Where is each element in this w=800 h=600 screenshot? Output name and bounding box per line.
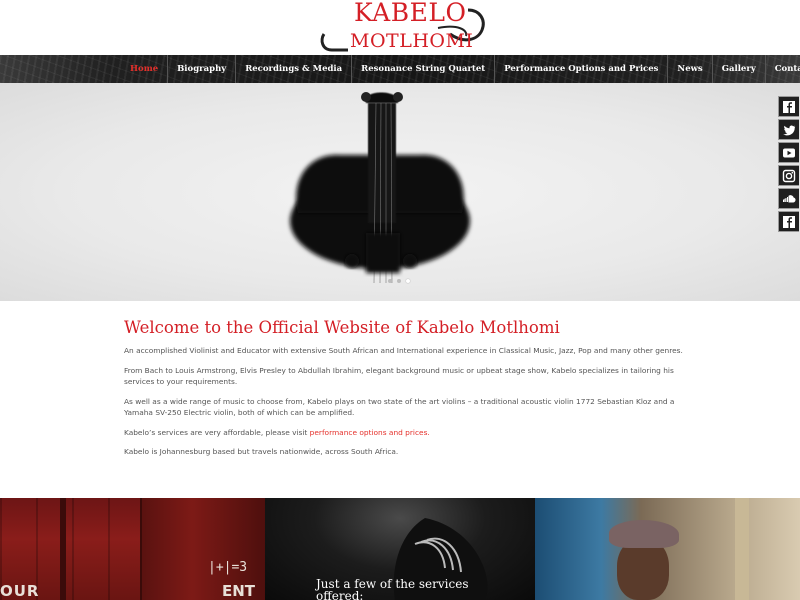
site-header: KABELO MOTLHOMI <box>0 0 800 55</box>
logo-text-first-name: KABELO <box>354 0 467 27</box>
door-frame <box>60 498 66 600</box>
violins-paragraph: As well as a wide range of music to choo… <box>124 396 675 418</box>
facebook-link[interactable] <box>778 96 799 117</box>
main-nav: Home Biography Recordings & Media Resona… <box>0 55 800 83</box>
youtube-link[interactable] <box>778 142 799 163</box>
nav-item-resonance-string-quartet[interactable]: Resonance String Quartet <box>351 55 494 83</box>
logo-text-last-name: MOTLHOMI <box>350 30 474 52</box>
nav-item-news[interactable]: News <box>667 55 711 83</box>
facebook-icon <box>783 100 795 113</box>
portrait-cap <box>609 520 679 548</box>
panel-portrait-image[interactable] <box>535 498 800 600</box>
chalk-writing-equation: |+|=3 <box>208 560 248 575</box>
slider-dot-1[interactable] <box>388 279 392 283</box>
nav-item-contact-us[interactable]: Contact us <box>764 55 800 83</box>
panel-red-door-image[interactable]: |+|=3 OUR ENT <box>0 498 267 600</box>
slider-dot-3[interactable] <box>406 279 410 283</box>
social-links <box>778 96 800 234</box>
welcome-section: Welcome to the Official Website of Kabel… <box>124 318 684 466</box>
violin-image <box>290 92 470 284</box>
nav-item-gallery[interactable]: Gallery <box>711 55 765 83</box>
nav-item-performance-options[interactable]: Performance Options and Prices <box>494 55 667 83</box>
services-heading: Just a few of the services offered: <box>316 577 469 600</box>
services-paragraph: From Bach to Louis Armstrong, Elvis Pres… <box>124 365 674 387</box>
affordable-paragraph: Kabelo’s services are very affordable, p… <box>124 427 684 439</box>
chalk-writing-left: OUR <box>0 582 40 600</box>
location-paragraph: Kabelo is Johannesburg based but travels… <box>124 447 399 456</box>
instagram-link[interactable] <box>778 165 799 186</box>
slider-dot-2[interactable] <box>397 279 401 283</box>
intro-paragraph: An accomplished Violinist and Educator w… <box>124 346 683 355</box>
chalk-writing-right: ENT <box>222 582 256 600</box>
twitter-icon <box>783 125 796 135</box>
facebook-icon <box>783 215 795 228</box>
panel-services[interactable]: Just a few of the services offered: <box>265 498 535 600</box>
nav-item-home[interactable]: Home <box>121 55 167 83</box>
page-title: Welcome to the Official Website of Kabel… <box>124 318 560 337</box>
hero-slider[interactable] <box>0 83 800 301</box>
feature-panels: |+|=3 OUR ENT Just a few of the services… <box>0 498 800 600</box>
soundcloud-icon <box>783 194 796 202</box>
soundcloud-link[interactable] <box>778 188 799 209</box>
instagram-icon <box>782 169 796 182</box>
nav-item-biography[interactable]: Biography <box>167 55 235 83</box>
performance-options-link[interactable]: performance options and prices. <box>310 428 430 437</box>
background-post <box>735 498 749 600</box>
affordable-text: Kabelo’s services are very affordable, p… <box>124 427 310 437</box>
site-logo[interactable]: KABELO MOTLHOMI <box>318 0 488 55</box>
twitter-link[interactable] <box>778 119 799 140</box>
nav-item-recordings-media[interactable]: Recordings & Media <box>235 55 351 83</box>
youtube-icon <box>783 148 795 157</box>
slider-pagination <box>388 279 410 283</box>
facebook-link-2[interactable] <box>778 211 799 232</box>
